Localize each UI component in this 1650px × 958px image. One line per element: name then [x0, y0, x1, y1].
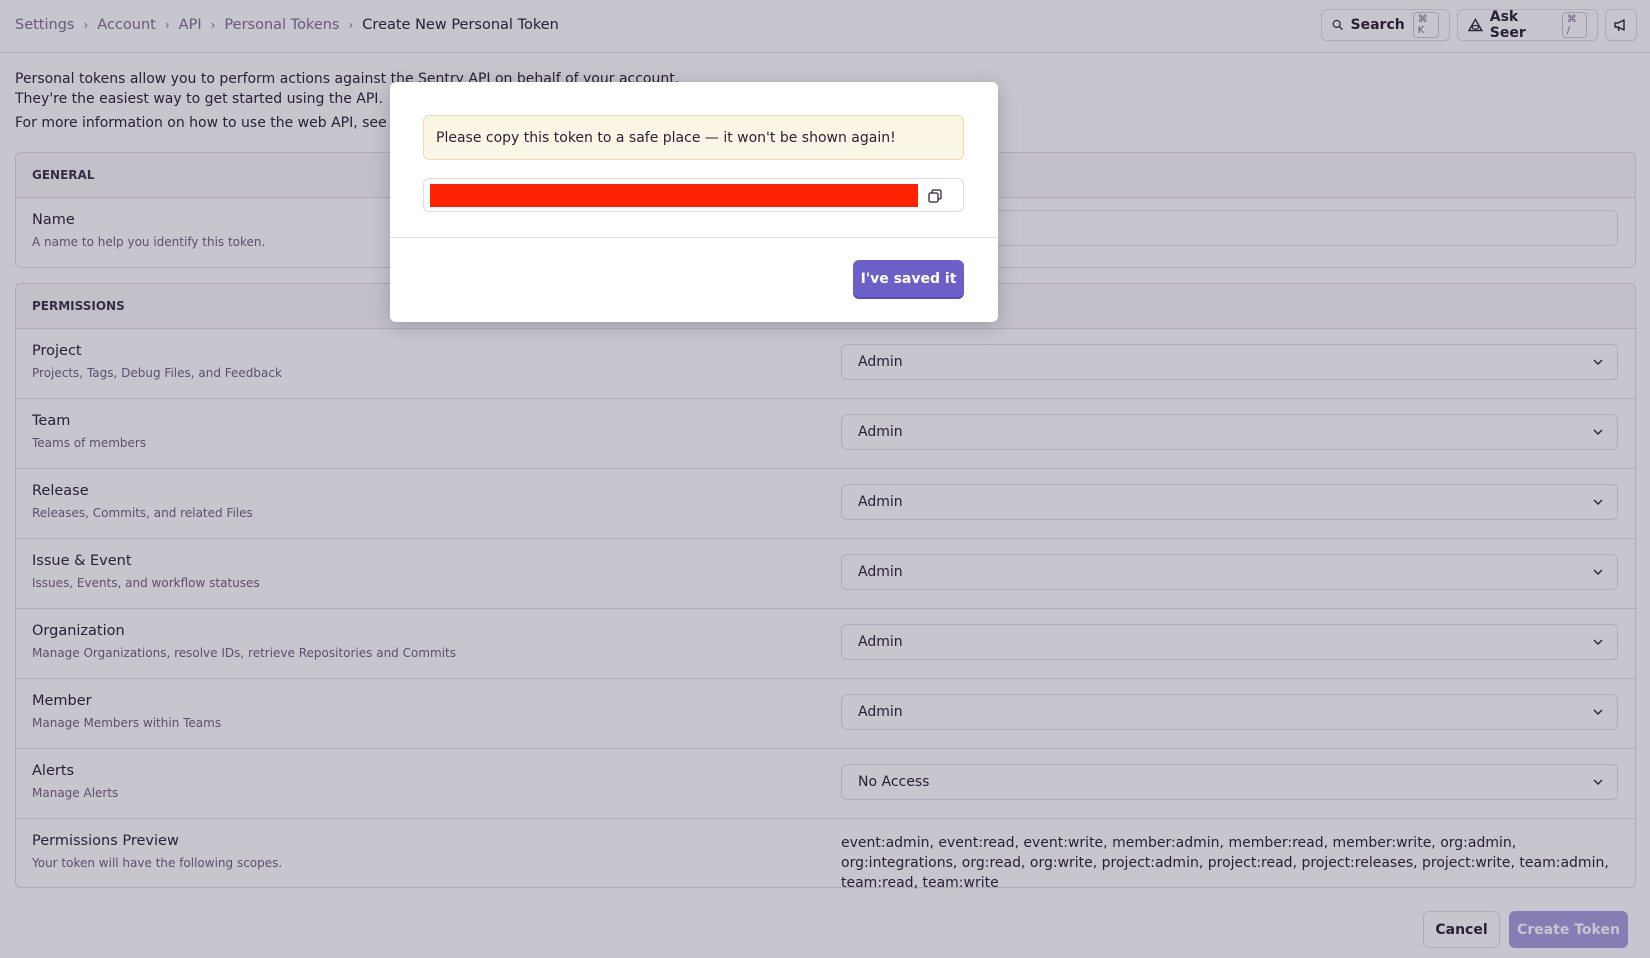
copy-icon [928, 189, 942, 203]
token-value-redacted[interactable] [430, 184, 918, 207]
token-modal: Please copy this token to a safe place —… [390, 82, 998, 322]
copy-button[interactable] [924, 185, 946, 207]
warning-alert-text: Please copy this token to a safe place —… [436, 129, 896, 146]
modal-divider [390, 237, 998, 238]
saved-it-button[interactable]: I've saved it [853, 260, 964, 297]
token-field [423, 178, 964, 212]
warning-alert: Please copy this token to a safe place —… [423, 115, 964, 160]
